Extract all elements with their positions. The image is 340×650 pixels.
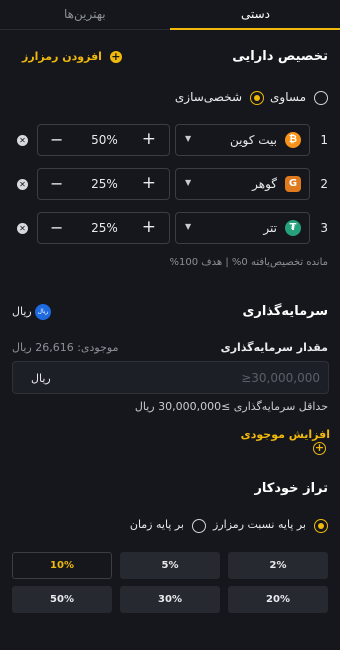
amount-field: ریال xyxy=(12,361,329,394)
add-coin-button[interactable]: + افزودن رمزارز xyxy=(22,50,122,63)
coin-select[interactable]: G گوهر ▼ xyxy=(175,168,310,200)
chevron-down-icon: ▼ xyxy=(185,222,192,231)
input-currency-label: ریال xyxy=(31,372,51,385)
threshold-option[interactable]: 2% xyxy=(228,552,328,579)
remove-row-icon[interactable]: ✕ xyxy=(17,135,28,146)
mode-equal-label: مساوی xyxy=(270,90,306,104)
increase-button[interactable]: + xyxy=(142,217,156,237)
rebalance-ratio-label: بر پایه نسبت رمزارز xyxy=(213,518,306,531)
increase-balance-label: افزایش موجودی xyxy=(240,428,330,441)
coin-select[interactable]: ₿ بیت کوین ▼ xyxy=(175,124,310,156)
increase-balance-button[interactable]: افزایش موجودی + xyxy=(220,428,330,455)
rebalance-time-label: بر پایه زمان xyxy=(129,518,184,531)
threshold-option[interactable]: 50% xyxy=(12,586,112,613)
active-tab-indicator xyxy=(170,28,340,30)
tab-manual[interactable]: دستی xyxy=(241,7,270,21)
remove-row-icon[interactable]: ✕ xyxy=(17,179,28,190)
coin-name: گوهر xyxy=(252,177,277,191)
chevron-down-icon: ▼ xyxy=(185,178,192,187)
coin-name: بیت کوین xyxy=(230,133,277,147)
min-investment-note: حداقل سرمایه‌گذاری ≥30,000,000 ریال xyxy=(134,400,328,413)
gohar-icon: G xyxy=(285,176,301,192)
percent-stepper: − 25% + xyxy=(37,212,170,244)
bitcoin-icon: ₿ xyxy=(285,132,301,148)
balance-text: موجودی: 26,616 ریال xyxy=(12,341,119,354)
investment-currency[interactable]: ریال xyxy=(12,305,32,318)
row-number: 1 xyxy=(320,133,328,147)
mode-custom-radio[interactable] xyxy=(250,91,264,105)
tab-best[interactable]: بهترین‌ها xyxy=(64,7,106,21)
mode-equal-radio[interactable] xyxy=(314,91,328,105)
threshold-option[interactable]: 30% xyxy=(120,586,220,613)
chevron-down-icon: ▼ xyxy=(185,134,192,143)
rebalance-title: تراز خودکار xyxy=(254,481,328,496)
increase-button[interactable]: + xyxy=(142,129,156,149)
mode-custom-label: شخصی‌سازی xyxy=(174,90,242,104)
threshold-option[interactable]: 5% xyxy=(120,552,220,579)
plus-circle-icon: + xyxy=(313,441,326,455)
plus-circle-icon: + xyxy=(109,50,122,63)
allocation-title: تخصیص دارایی xyxy=(232,49,328,64)
coin-name: تتر xyxy=(263,221,277,235)
remove-row-icon[interactable]: ✕ xyxy=(17,223,28,234)
percent-stepper: − 50% + xyxy=(37,124,170,156)
amount-label: مقدار سرمایه‌گذاری xyxy=(220,341,328,354)
tab-bar: دستی بهترین‌ها xyxy=(0,0,340,30)
increase-button[interactable]: + xyxy=(142,173,156,193)
coin-select[interactable]: ₮ تتر ▼ xyxy=(175,212,310,244)
investment-title: سرمایه‌گذاری xyxy=(242,304,329,319)
row-number: 2 xyxy=(320,177,328,191)
row-number: 3 xyxy=(320,221,328,235)
percent-stepper: − 25% + xyxy=(37,168,170,200)
rebalance-time-radio[interactable] xyxy=(192,519,206,533)
add-coin-label: افزودن رمزارز xyxy=(22,50,102,63)
amount-input[interactable] xyxy=(13,362,328,393)
allocation-summary: مانده تخصیص‌یافته 0% | هدف 100% xyxy=(169,257,328,268)
rial-currency-icon: ریال xyxy=(35,304,51,320)
threshold-option-selected[interactable]: 10% xyxy=(12,552,112,579)
threshold-option[interactable]: 20% xyxy=(228,586,328,613)
rebalance-ratio-radio[interactable] xyxy=(314,519,328,533)
tether-icon: ₮ xyxy=(285,220,301,236)
